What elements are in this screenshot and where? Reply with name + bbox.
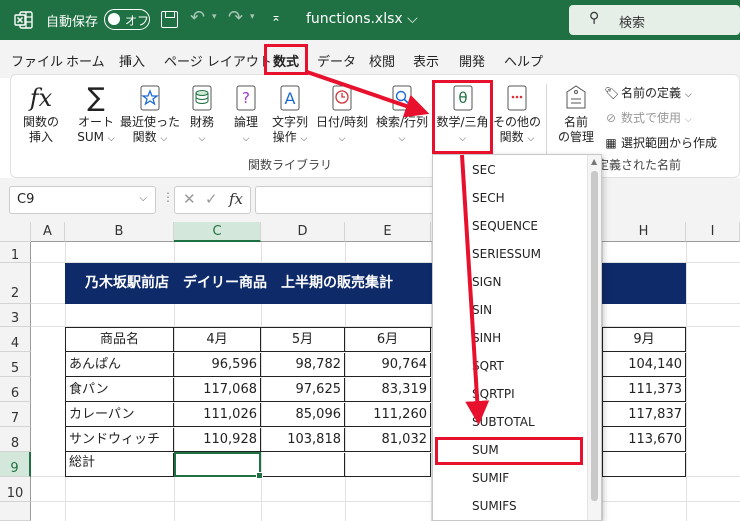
arrow-tab-to-math <box>306 70 430 118</box>
arrow-math-to-sum <box>460 154 490 425</box>
annotation-arrows <box>306 70 490 425</box>
